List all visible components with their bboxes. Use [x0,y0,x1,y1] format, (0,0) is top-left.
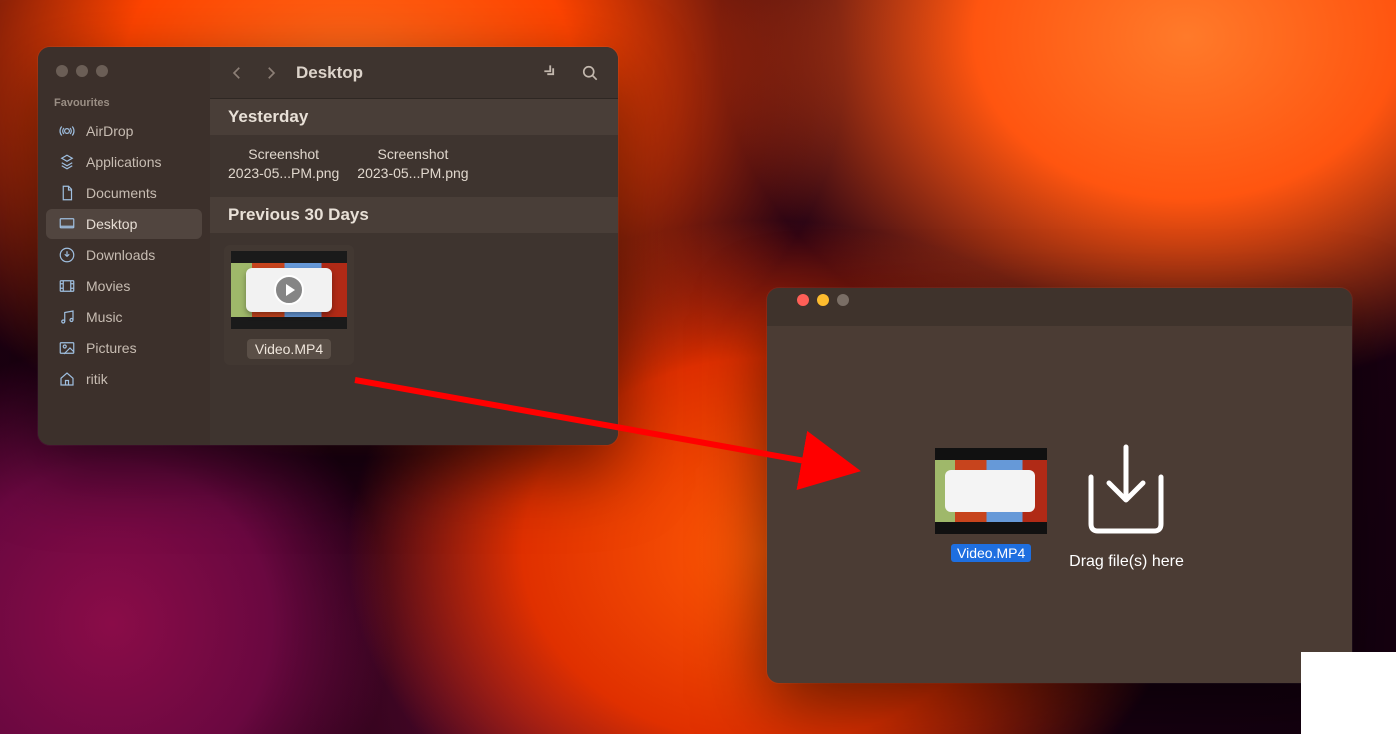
document-icon [58,184,76,202]
pictures-icon [58,339,76,357]
traffic-lights[interactable] [779,290,849,324]
movies-icon [58,277,76,295]
sidebar-item-home[interactable]: ritik [46,364,202,394]
sidebar-item-label: Pictures [86,340,137,356]
forward-button[interactable] [262,64,282,82]
drop-target[interactable]: Drag file(s) here [1069,439,1184,571]
search-icon[interactable] [580,63,600,83]
sidebar-item-downloads[interactable]: Downloads [46,240,202,270]
video-thumbnail [231,251,347,329]
yesterday-files: Screenshot 2023-05...PM.png Screenshot 2… [210,135,618,197]
airdrop-icon [58,122,76,140]
file-name-line: Screenshot [357,145,468,164]
window-title: Desktop [296,63,528,83]
sidebar-item-label: Desktop [86,216,137,232]
sidebar-item-music[interactable]: Music [46,302,202,332]
file-item[interactable]: Screenshot 2023-05...PM.png [228,145,339,183]
sidebar-item-airdrop[interactable]: AirDrop [46,116,202,146]
minimize-icon[interactable] [817,294,829,306]
finder-window: Favourites AirDrop Applications Document… [38,47,618,445]
file-name-line: 2023-05...PM.png [357,164,468,183]
play-icon [274,275,304,305]
file-label: Video.MP4 [247,339,331,359]
finder-main: Desktop Yesterday Screenshot 2023-05...P… [210,47,618,445]
drop-content[interactable]: Video.MP4 Drag file(s) here [767,326,1352,683]
group-header-yesterday: Yesterday [210,99,618,135]
sidebar-section-label: Favourites [38,95,210,115]
close-icon[interactable] [56,65,68,77]
sidebar-item-label: Documents [86,185,157,201]
file-item[interactable]: Screenshot 2023-05...PM.png [357,145,468,183]
back-button[interactable] [228,64,248,82]
sidebar-item-label: Music [86,309,123,325]
desktop-icon [58,215,76,233]
file-item-video[interactable]: Video.MP4 [224,245,354,365]
drop-hint-label: Drag file(s) here [1069,553,1184,571]
previous-30-files: Video.MP4 [210,233,618,377]
maximize-icon[interactable] [837,294,849,306]
maximize-icon[interactable] [96,65,108,77]
sidebar-item-desktop[interactable]: Desktop [46,209,202,239]
music-icon [58,308,76,326]
applications-icon [58,153,76,171]
home-icon [58,370,76,388]
sidebar-item-label: Movies [86,278,130,294]
video-thumbnail [935,448,1047,534]
finder-sidebar: Favourites AirDrop Applications Document… [38,47,210,445]
close-icon[interactable] [797,294,809,306]
overflow-icon[interactable] [542,63,562,83]
group-header-previous-30: Previous 30 Days [210,197,618,233]
sidebar-item-applications[interactable]: Applications [46,147,202,177]
sidebar-item-pictures[interactable]: Pictures [46,333,202,363]
drop-titlebar[interactable] [767,288,1352,326]
minimize-icon[interactable] [76,65,88,77]
sidebar-item-label: Applications [86,154,162,170]
sidebar-item-documents[interactable]: Documents [46,178,202,208]
traffic-lights[interactable] [38,61,210,95]
corner-overlay [1301,652,1396,734]
dragged-file-label: Video.MP4 [951,544,1031,562]
sidebar-item-label: AirDrop [86,123,133,139]
file-name-line: Screenshot [228,145,339,164]
file-name-line: 2023-05...PM.png [228,164,339,183]
downloads-icon [58,246,76,264]
drop-window: Video.MP4 Drag file(s) here [767,288,1352,683]
download-box-icon [1076,439,1176,539]
sidebar-item-label: Downloads [86,247,155,263]
sidebar-item-label: ritik [86,371,108,387]
sidebar-item-movies[interactable]: Movies [46,271,202,301]
finder-toolbar: Desktop [210,47,618,99]
dragged-file-preview[interactable]: Video.MP4 [935,448,1047,562]
